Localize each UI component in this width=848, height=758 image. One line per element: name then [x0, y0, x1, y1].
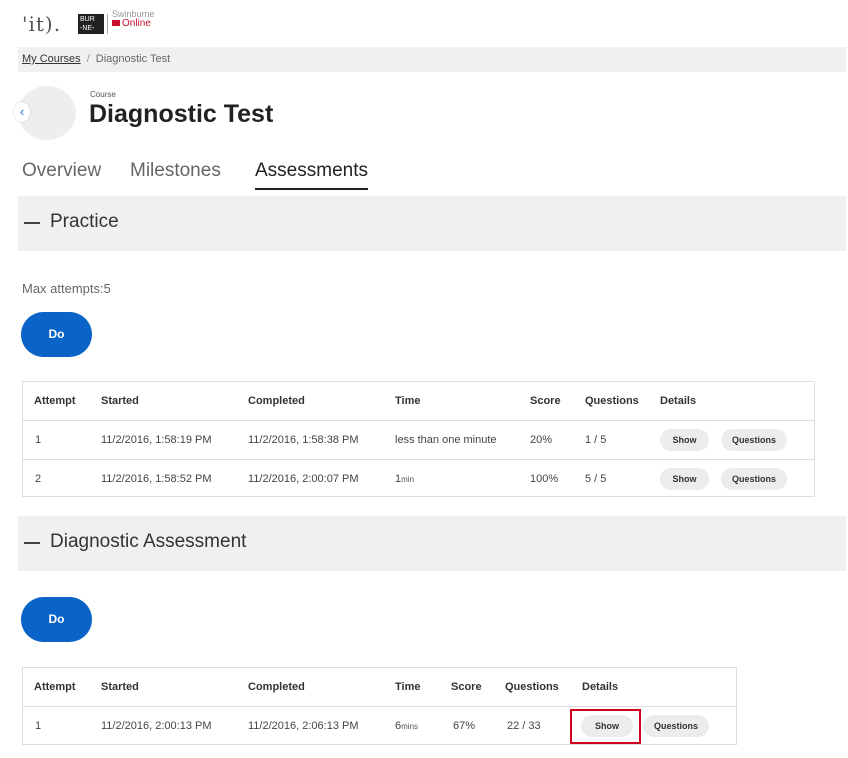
- diagnostic-do-button[interactable]: Do: [21, 597, 92, 642]
- time-unit: mins: [401, 722, 419, 731]
- practice-section-header[interactable]: Practice: [18, 196, 846, 251]
- completed-cell: 11/2/2016, 1:58:38 PM: [248, 434, 359, 446]
- time-cell: less than one minute: [395, 434, 497, 446]
- score-cell: 20%: [530, 434, 553, 446]
- logo-bar: 'it). BUR -NE- Swinburne Online: [0, 0, 848, 40]
- column-header: Started: [101, 395, 139, 407]
- completed-cell: 11/2/2016, 2:00:07 PM: [248, 473, 359, 485]
- started-cell: 11/2/2016, 2:00:13 PM: [101, 720, 212, 732]
- score-cell: 67%: [453, 720, 476, 732]
- breadcrumb-current: Diagnostic Test: [95, 53, 171, 65]
- column-header: Score: [451, 681, 482, 693]
- questions-cell: 1 / 5: [585, 434, 607, 446]
- breadcrumb-separator: /: [86, 53, 90, 65]
- diagnostic-section-title: Diagnostic Assessment: [50, 531, 247, 552]
- attempt-cell: 1: [35, 434, 42, 446]
- tab-overview[interactable]: Overview: [22, 160, 101, 190]
- column-header: Details: [660, 395, 697, 407]
- attempt-cell: 2: [35, 473, 42, 485]
- questions-button[interactable]: Questions: [643, 715, 709, 737]
- column-header: Attempt: [34, 395, 76, 407]
- tab-assessments[interactable]: Assessments: [255, 160, 368, 190]
- started-cell: 11/2/2016, 1:58:19 PM: [101, 434, 212, 446]
- tab-milestones[interactable]: Milestones: [130, 160, 221, 190]
- table-row: 2 11/2/2016, 1:58:52 PM 11/2/2016, 2:00:…: [23, 459, 814, 497]
- logo-divider: [107, 14, 108, 34]
- table-row: 1 11/2/2016, 1:58:19 PM 11/2/2016, 1:58:…: [23, 420, 814, 458]
- online-text: Online: [122, 18, 151, 29]
- column-header: Completed: [248, 395, 305, 407]
- time-cell: 6mins: [395, 720, 418, 732]
- completed-cell: 11/2/2016, 2:06:13 PM: [248, 720, 359, 732]
- questions-cell: 22 / 33: [507, 720, 541, 732]
- collapse-icon[interactable]: [24, 222, 40, 224]
- it-logo: 'it).: [22, 12, 62, 36]
- column-header: Time: [395, 681, 421, 693]
- diagnostic-section-header[interactable]: Diagnostic Assessment: [18, 516, 846, 571]
- table-header-row: Attempt Started Completed Time Score Que…: [23, 668, 736, 706]
- collapse-icon[interactable]: [24, 542, 40, 544]
- column-header: Score: [530, 395, 561, 407]
- questions-button[interactable]: Questions: [721, 429, 787, 451]
- questions-button[interactable]: Questions: [721, 468, 787, 490]
- column-header: Details: [582, 681, 619, 693]
- column-header: Started: [101, 681, 139, 693]
- burne-logo: BUR -NE-: [78, 14, 104, 34]
- column-header: Completed: [248, 681, 305, 693]
- diagnostic-attempts-table: Attempt Started Completed Time Score Que…: [22, 667, 737, 745]
- max-attempts-text: Max attempts:5: [22, 281, 111, 296]
- page-title: Diagnostic Test: [89, 100, 274, 128]
- practice-do-button[interactable]: Do: [21, 312, 92, 357]
- column-header: Time: [395, 395, 421, 407]
- show-button[interactable]: Show: [660, 429, 709, 451]
- course-label: Course: [90, 90, 116, 99]
- started-cell: 11/2/2016, 1:58:52 PM: [101, 473, 212, 485]
- time-unit: min: [401, 475, 415, 484]
- time-cell: 1min: [395, 473, 414, 485]
- breadcrumb: My Courses / Diagnostic Test: [18, 47, 846, 72]
- practice-attempts-table: Attempt Started Completed Time Score Que…: [22, 381, 815, 497]
- flag-icon: [112, 20, 120, 26]
- table-header-row: Attempt Started Completed Time Score Que…: [23, 382, 814, 420]
- score-cell: 100%: [530, 473, 559, 485]
- column-header: Questions: [505, 681, 559, 693]
- practice-section-title: Practice: [50, 211, 119, 232]
- swinburne-online-logo: Swinburne Online: [112, 10, 155, 29]
- breadcrumb-my-courses[interactable]: My Courses: [22, 53, 81, 65]
- column-header: Questions: [585, 395, 639, 407]
- column-header: Attempt: [34, 681, 76, 693]
- show-button[interactable]: Show: [660, 468, 709, 490]
- back-chevron-icon[interactable]: ‹: [14, 102, 30, 122]
- highlight-box: [570, 709, 641, 744]
- questions-cell: 5 / 5: [585, 473, 607, 485]
- table-row: 1 11/2/2016, 2:00:13 PM 11/2/2016, 2:06:…: [23, 706, 736, 744]
- attempt-cell: 1: [35, 720, 42, 732]
